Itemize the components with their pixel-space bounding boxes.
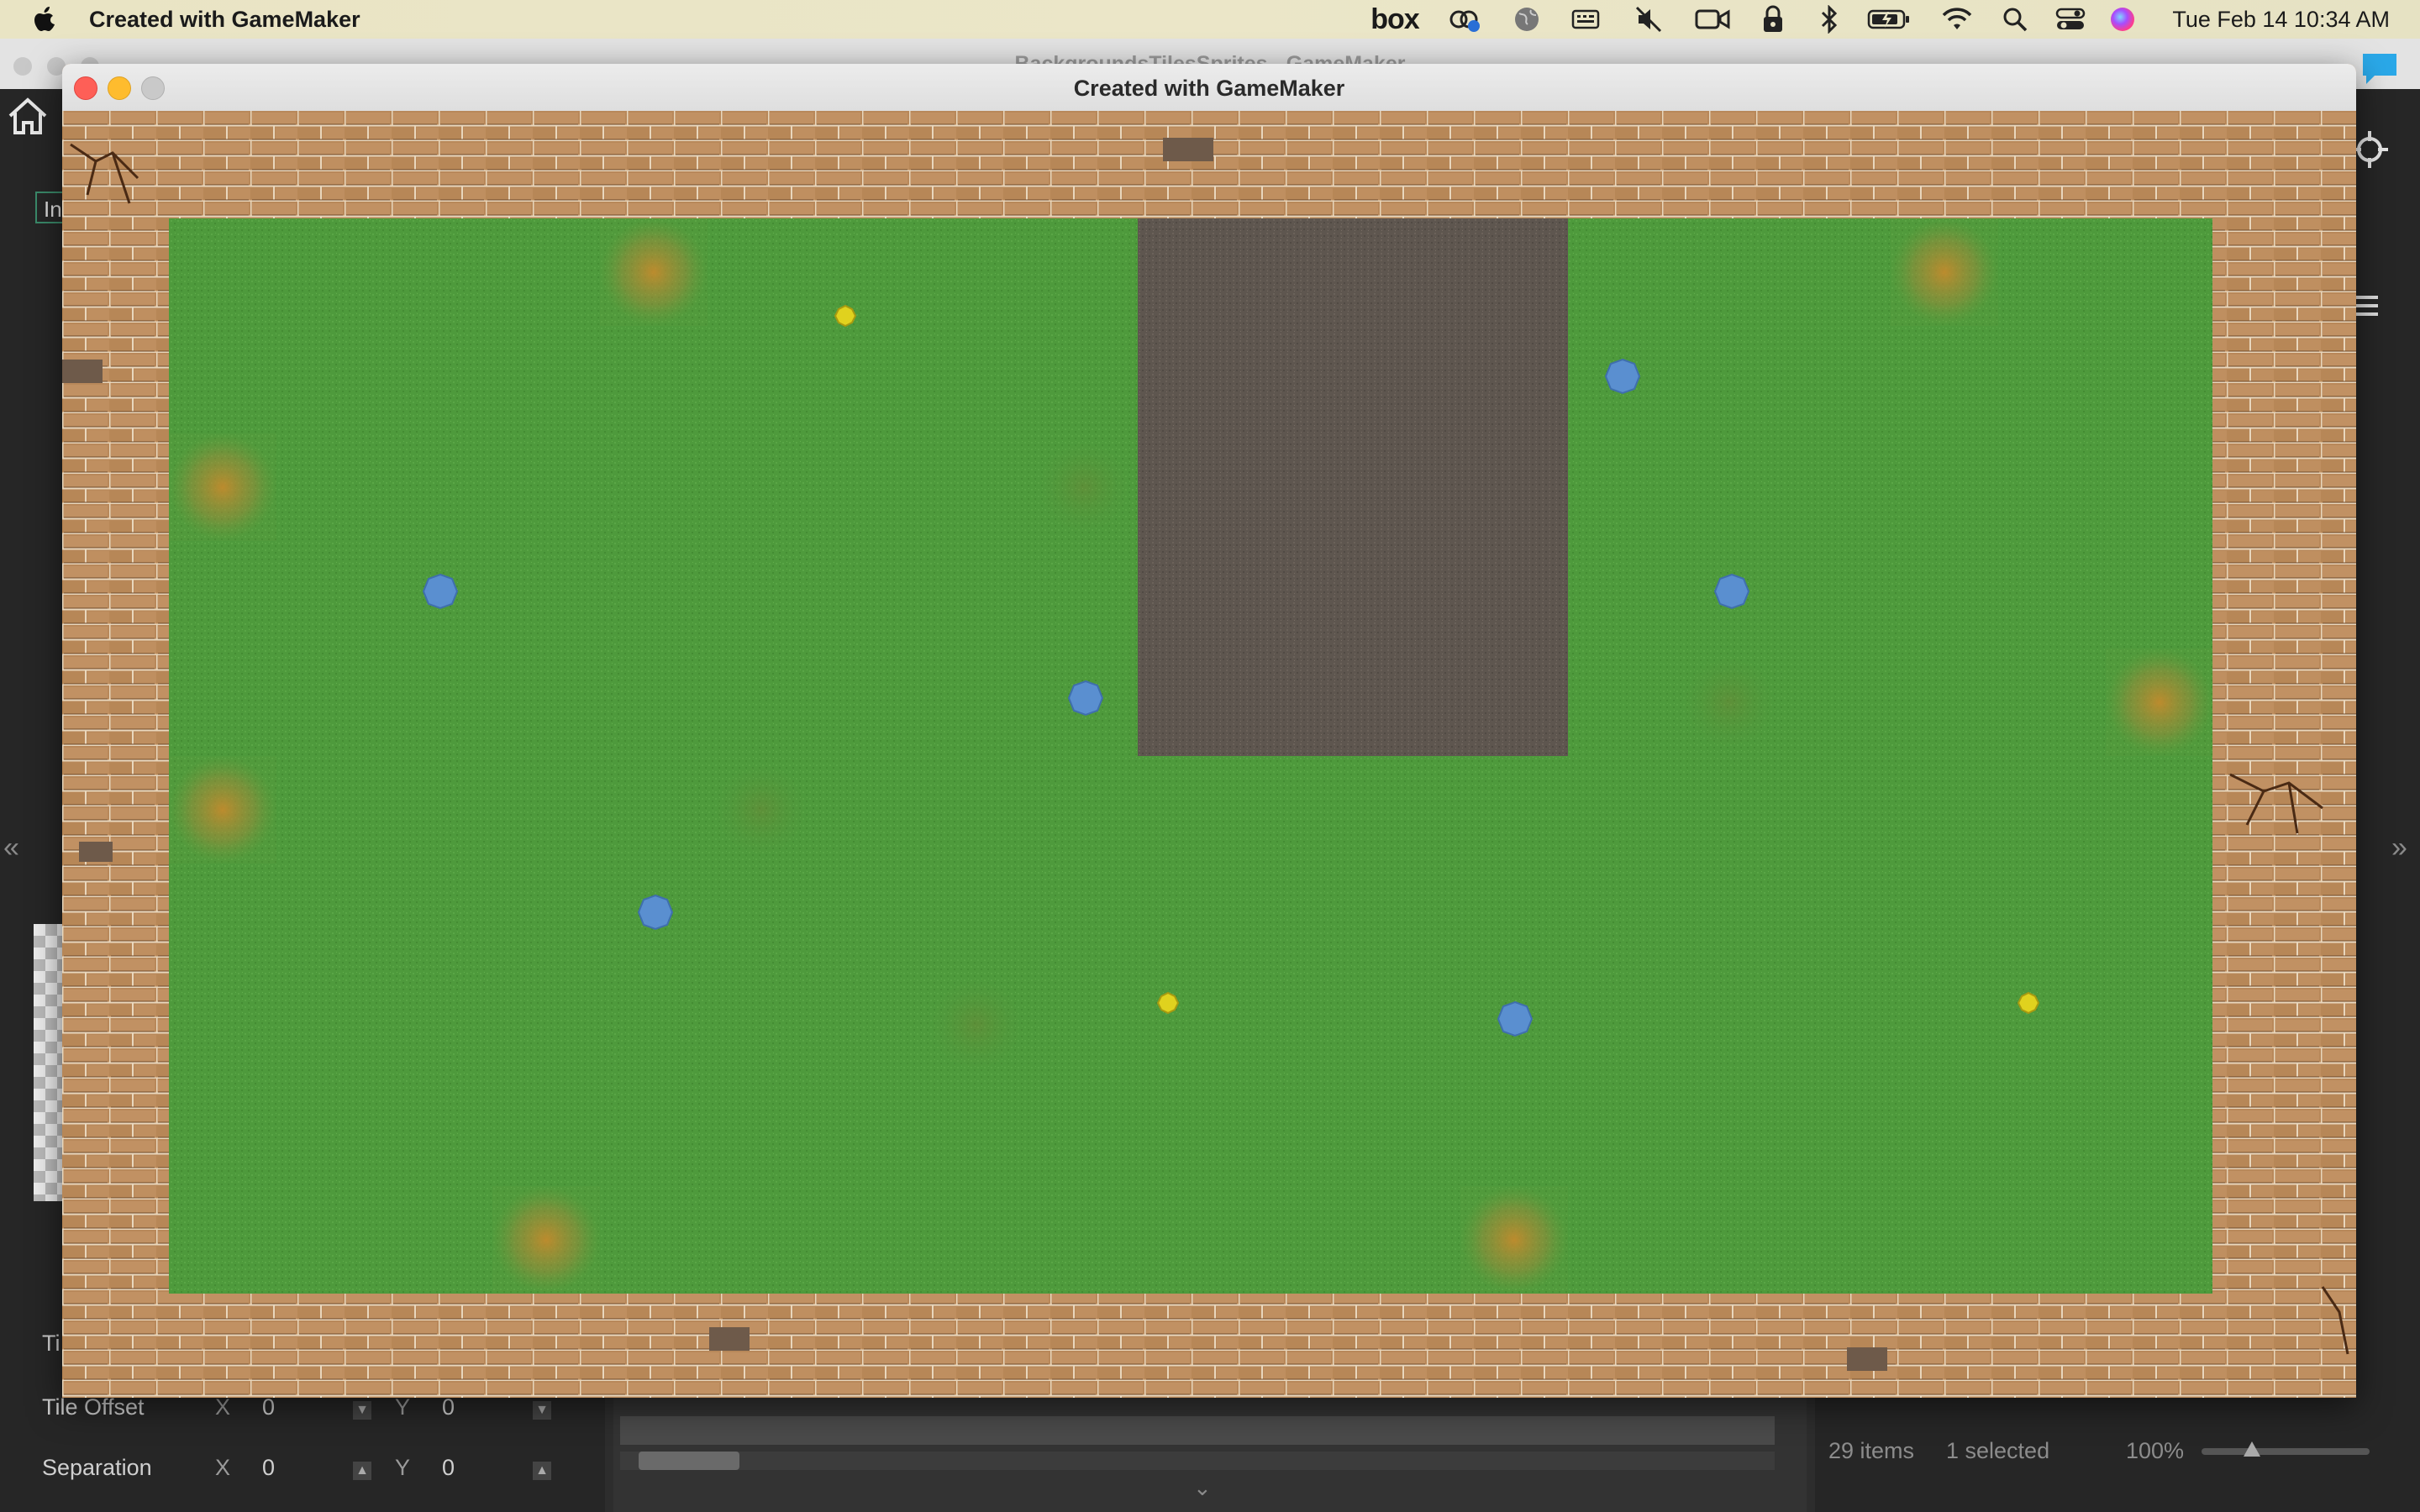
collapse-left-icon[interactable]: «: [3, 832, 19, 864]
globe-icon[interactable]: [1507, 0, 1546, 39]
tile-offset-x-label: X: [215, 1394, 231, 1420]
creative-cloud-icon[interactable]: [1444, 0, 1486, 39]
expand-output-icon[interactable]: ⌄: [1193, 1475, 1212, 1501]
separation-row: Separation X 0 ▲ Y 0 ▲: [42, 1455, 563, 1488]
battery-icon[interactable]: [1865, 0, 1912, 39]
zoom-level: 100%: [2126, 1438, 2185, 1463]
selection-count: 1 selected: [1946, 1438, 2050, 1463]
game-canvas[interactable]: [62, 111, 2356, 1398]
mute-icon[interactable]: [1630, 0, 1669, 39]
separation-x-stepper[interactable]: ▲: [353, 1462, 371, 1480]
dark-brick: [79, 842, 113, 862]
tile-offset-x-input[interactable]: 0: [262, 1394, 275, 1420]
separation-x-label: X: [215, 1455, 231, 1480]
asset-count: 29 items: [1828, 1438, 1915, 1463]
dark-brick: [1847, 1347, 1887, 1371]
dark-brick: [709, 1327, 750, 1351]
separation-y-input[interactable]: 0: [442, 1455, 455, 1481]
box-icon[interactable]: box: [1370, 0, 1420, 39]
dark-brick: [1163, 138, 1213, 161]
game-window: Created with GameMaker: [62, 64, 2356, 1398]
separation-x-input[interactable]: 0: [262, 1455, 275, 1481]
tile-offset-y-stepper[interactable]: ▼: [533, 1401, 551, 1420]
menu-bar: Created with GameMaker box Tue Feb 14 10…: [0, 0, 2420, 39]
lock-icon[interactable]: [1756, 0, 1790, 39]
crosshair-icon[interactable]: [2351, 131, 2388, 168]
home-icon[interactable]: [5, 94, 50, 139]
tile-offset-x-stepper[interactable]: ▼: [353, 1401, 371, 1420]
tile-offset-y-input[interactable]: 0: [442, 1394, 455, 1420]
tile-offset-y-label: Y: [395, 1394, 411, 1420]
control-center-icon[interactable]: [2054, 0, 2087, 39]
zoom-slider[interactable]: [2202, 1448, 2370, 1455]
dirt-patch: [1138, 218, 1568, 756]
collapse-right-icon[interactable]: »: [2391, 832, 2407, 864]
tile-offset-row: Tile Offset X 0 ▼ Y 0 ▼: [42, 1394, 563, 1428]
tiles-section-label: Ti: [42, 1331, 60, 1356]
room-editor-scroll-thumb[interactable]: [639, 1452, 739, 1470]
apple-icon[interactable]: [32, 5, 59, 34]
tile-offset-label: Tile Offset: [42, 1394, 145, 1420]
chat-icon[interactable]: [2360, 50, 2400, 87]
room-editor-hscroll-track[interactable]: [620, 1416, 1775, 1445]
bluetooth-icon[interactable]: [1815, 0, 1844, 39]
box-label: box: [1370, 3, 1419, 35]
menu-app-name[interactable]: Created with GameMaker: [89, 0, 360, 39]
keyboard-icon[interactable]: [1566, 0, 1605, 39]
separation-y-stepper[interactable]: ▲: [533, 1462, 551, 1480]
room-editor-scrollbar[interactable]: [620, 1452, 1775, 1470]
zoom-slider-handle[interactable]: [2244, 1441, 2260, 1457]
menu-clock[interactable]: Tue Feb 14 10:34 AM: [2172, 0, 2390, 39]
game-titlebar[interactable]: Created with GameMaker: [62, 64, 2356, 112]
video-icon[interactable]: [1692, 0, 1733, 39]
separation-y-label: Y: [395, 1455, 411, 1480]
siri-icon[interactable]: [2107, 0, 2138, 39]
wifi-icon[interactable]: [1939, 0, 1975, 39]
dark-brick: [62, 360, 103, 383]
game-window-title: Created with GameMaker: [1073, 76, 1345, 101]
separation-label: Separation: [42, 1455, 152, 1480]
search-icon[interactable]: [2000, 0, 2030, 39]
